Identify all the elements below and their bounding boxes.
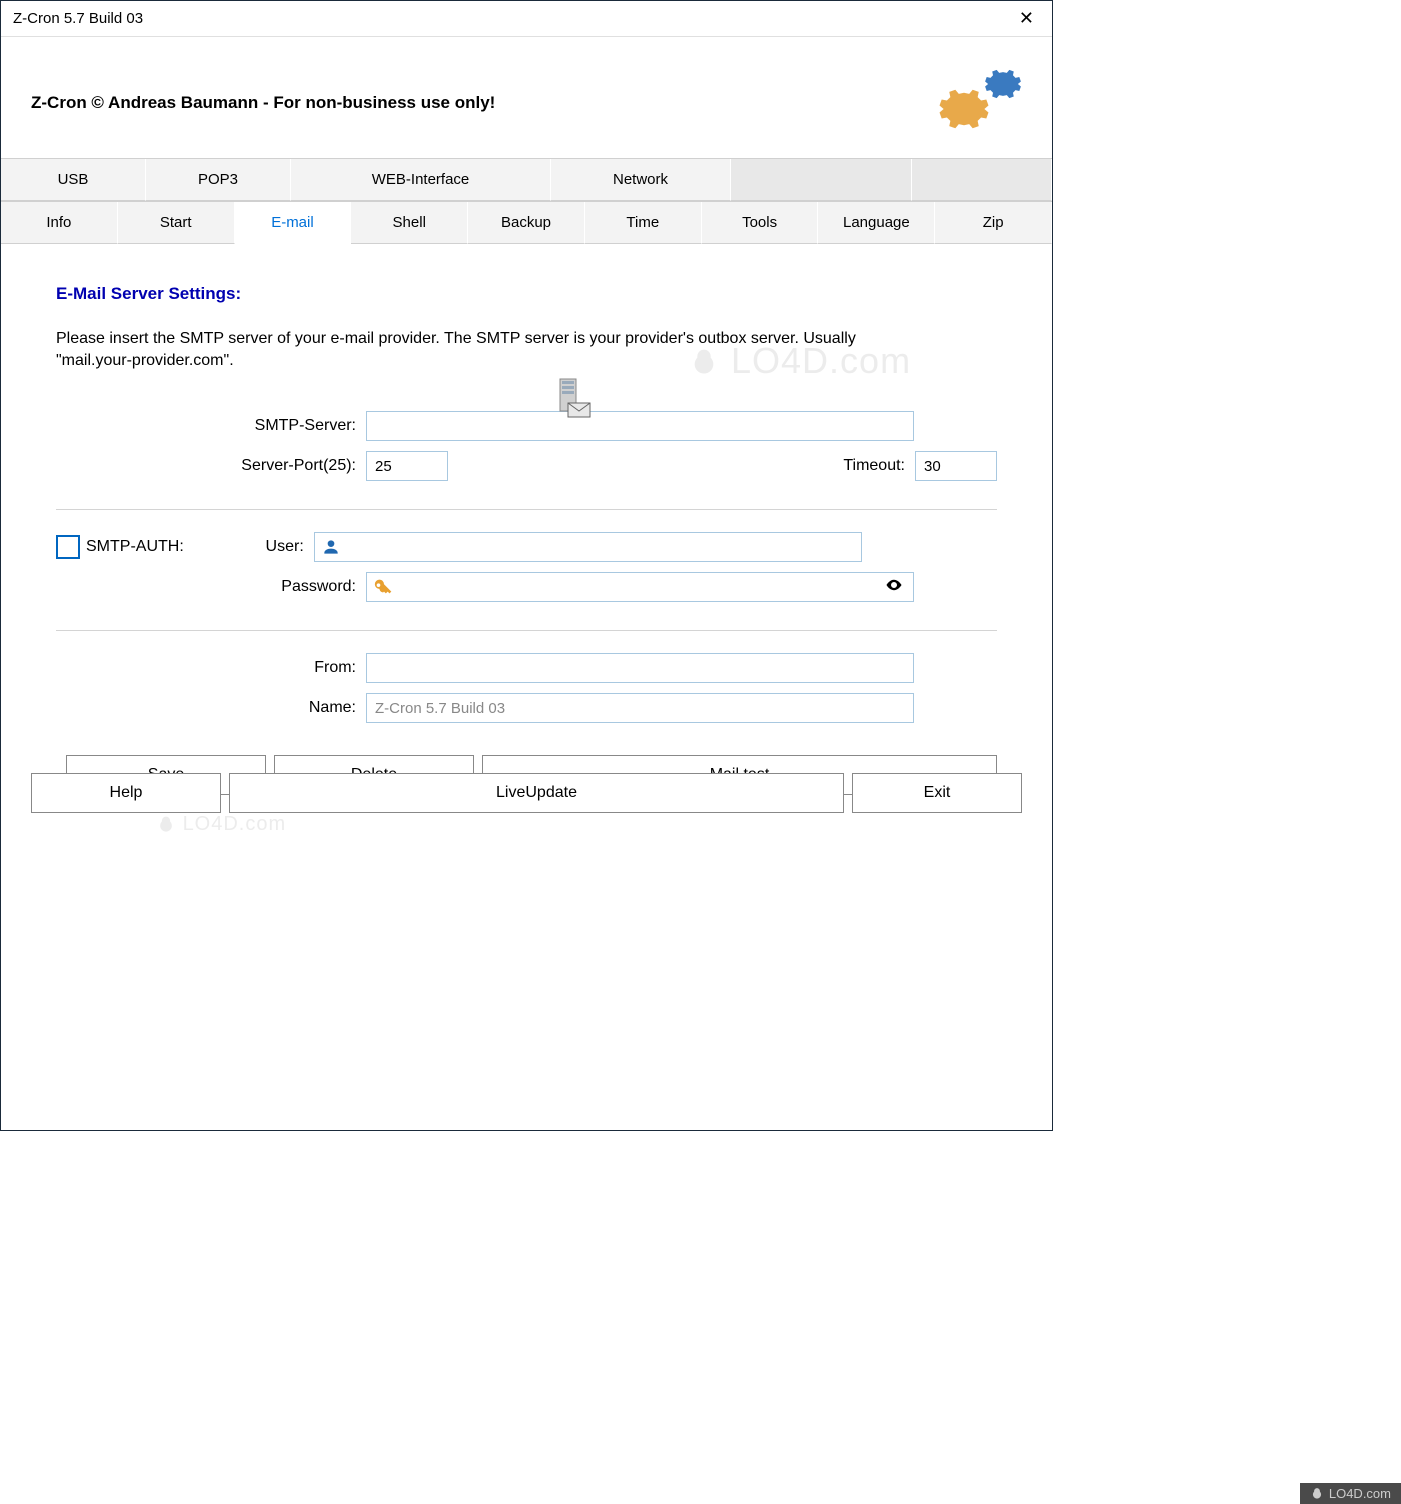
exit-button[interactable]: Exit <box>852 773 1022 813</box>
user-icon <box>321 537 341 557</box>
user-input-wrap <box>314 532 862 562</box>
footer-icon <box>1310 1487 1324 1501</box>
password-input[interactable] <box>395 575 907 600</box>
tab-usb[interactable]: USB <box>1 159 146 201</box>
from-label: From: <box>56 659 366 677</box>
name-input[interactable] <box>366 693 914 723</box>
separator <box>56 509 997 510</box>
tab-shell[interactable]: Shell <box>351 202 468 244</box>
tab-web-interface[interactable]: WEB-Interface <box>291 159 551 201</box>
smtp-auth-label: SMTP-AUTH: <box>86 538 184 556</box>
tab-blank-2 <box>912 159 1052 201</box>
password-label: Password: <box>256 578 366 596</box>
timeout-input[interactable] <box>915 451 997 481</box>
tab-info[interactable]: Info <box>1 202 118 244</box>
server-mail-icon <box>546 375 596 430</box>
tab-zip[interactable]: Zip <box>935 202 1052 244</box>
watermark: LO4D.com <box>688 340 911 382</box>
user-input[interactable] <box>341 535 855 560</box>
footer-text: LO4D.com <box>1329 1486 1391 1501</box>
eye-icon[interactable] <box>885 576 903 599</box>
smtp-auth-checkbox[interactable] <box>56 535 80 559</box>
liveupdate-button[interactable]: LiveUpdate <box>229 773 844 813</box>
server-port-input[interactable] <box>366 451 448 481</box>
password-input-wrap <box>366 572 914 602</box>
separator-2 <box>56 630 997 631</box>
from-input[interactable] <box>366 653 914 683</box>
name-label: Name: <box>56 699 366 717</box>
tab-start[interactable]: Start <box>118 202 235 244</box>
watermark-2: LO4D.com <box>156 813 286 836</box>
tab-time[interactable]: Time <box>585 202 702 244</box>
smtp-server-input[interactable] <box>366 411 914 441</box>
tab-pop3[interactable]: POP3 <box>146 159 291 201</box>
titlebar: Z-Cron 5.7 Build 03 ✕ <box>1 1 1052 37</box>
server-port-label: Server-Port(25): <box>56 457 366 475</box>
settings-heading: E-Mail Server Settings: <box>56 284 997 304</box>
window-title: Z-Cron 5.7 Build 03 <box>13 10 143 27</box>
tab-email[interactable]: E-mail <box>235 202 352 244</box>
close-icon[interactable]: ✕ <box>1013 6 1040 31</box>
footer-bar: LO4D.com <box>1300 1483 1401 1504</box>
tab-backup[interactable]: Backup <box>468 202 585 244</box>
tab-blank-1 <box>731 159 912 201</box>
timeout-label: Timeout: <box>843 457 905 475</box>
smtp-server-label: SMTP-Server: <box>56 417 366 435</box>
tab-tools[interactable]: Tools <box>702 202 819 244</box>
tab-language[interactable]: Language <box>818 202 935 244</box>
tab-network[interactable]: Network <box>551 159 731 201</box>
header-text: Z-Cron © Andreas Baumann - For non-busin… <box>31 93 495 113</box>
user-label: User: <box>224 538 314 556</box>
gears-logo-icon <box>932 65 1022 140</box>
key-icon <box>373 576 395 598</box>
help-button[interactable]: Help <box>31 773 221 813</box>
